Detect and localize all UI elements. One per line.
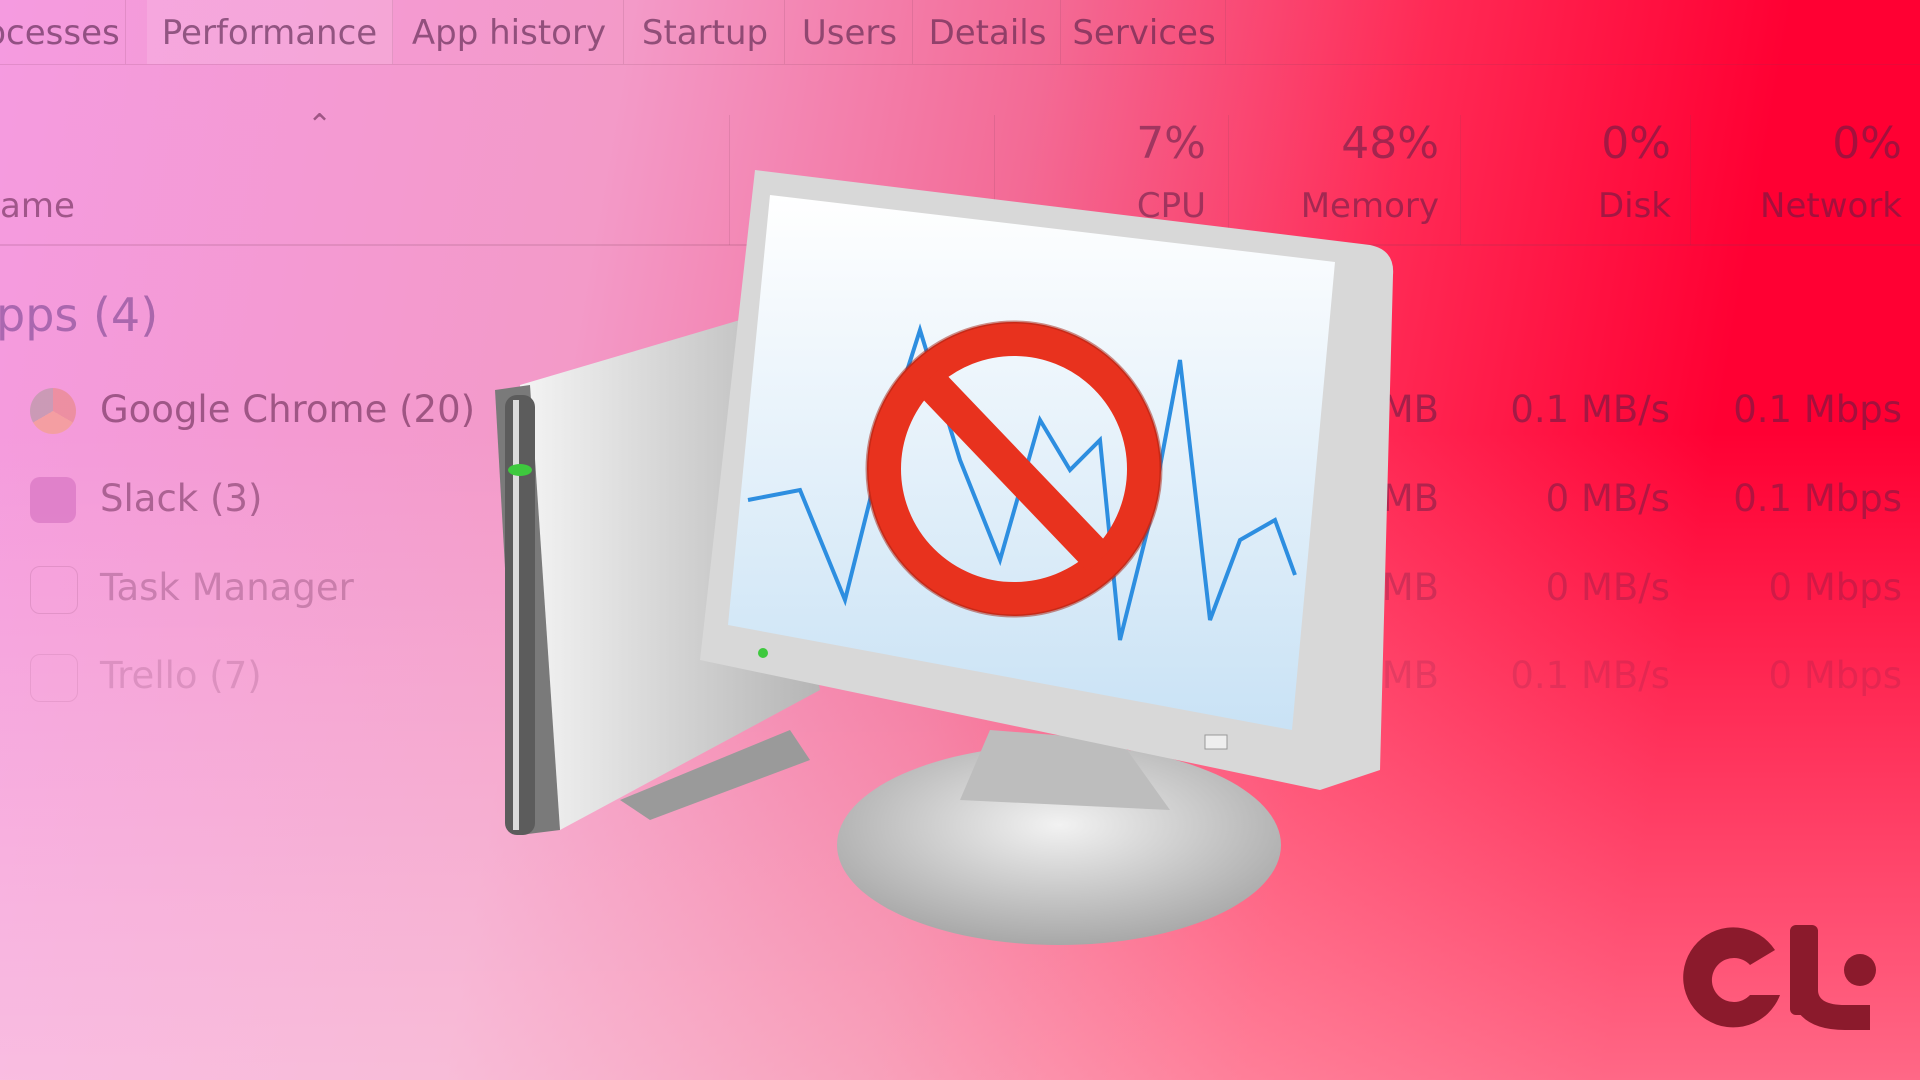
brand-logo [1683,925,1876,1030]
monitor-icon [700,170,1394,945]
task-manager-disabled-illustration [495,170,1394,945]
